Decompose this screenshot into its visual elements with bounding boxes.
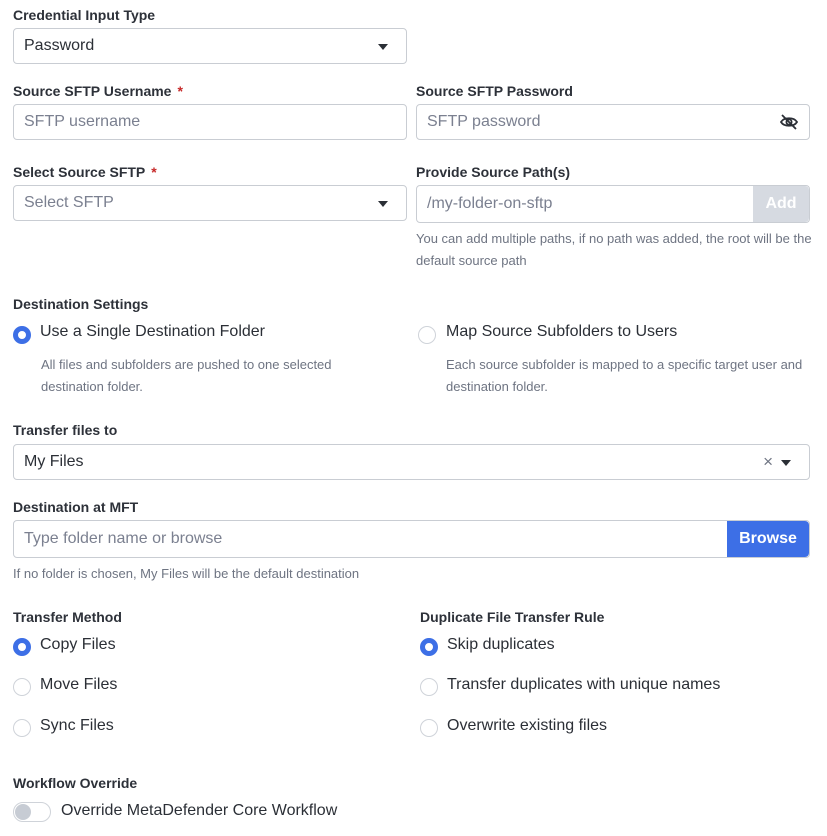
single-destination-label[interactable]: Use a Single Destination Folder [40, 323, 265, 341]
sftp-select-label-text: Select Source SFTP [13, 164, 146, 180]
transfer-to-value: My Files [24, 453, 84, 470]
browse-button[interactable]: Browse [727, 521, 809, 557]
source-path-label: Provide Source Path(s) [416, 164, 571, 180]
copy-files-label[interactable]: Copy Files [40, 636, 116, 654]
password-placeholder: SFTP password [427, 113, 541, 130]
password-label: Source SFTP Password [416, 83, 573, 99]
username-placeholder: SFTP username [24, 113, 141, 130]
skip-duplicates-radio[interactable] [420, 638, 438, 656]
destination-mft-placeholder: Type folder name or browse [24, 530, 223, 547]
toggle-knob [15, 804, 31, 820]
destination-mft-label: Destination at MFT [13, 499, 139, 515]
sftp-select[interactable]: Select SFTP [13, 185, 407, 221]
destination-settings-label: Destination Settings [13, 296, 149, 312]
username-label-text: Source SFTP Username [13, 83, 172, 99]
transfer-method-label: Transfer Method [13, 609, 122, 625]
workflow-override-toggle[interactable] [13, 802, 51, 822]
eye-slash-icon[interactable] [779, 112, 799, 132]
transfer-to-select[interactable]: My Files × [13, 444, 810, 480]
add-path-button[interactable]: Add [753, 186, 809, 222]
chevron-down-icon [378, 201, 388, 207]
move-files-radio[interactable] [13, 678, 31, 696]
sftp-select-placeholder: Select SFTP [24, 194, 114, 211]
source-path-input[interactable]: /my-folder-on-sftp Add [416, 185, 810, 223]
overwrite-radio[interactable] [420, 719, 438, 737]
required-marker: * [151, 164, 157, 180]
username-label: Source SFTP Username * [13, 83, 183, 99]
username-input[interactable]: SFTP username [13, 104, 407, 140]
destination-mft-help: If no folder is chosen, My Files will be… [13, 566, 360, 581]
workflow-override-toggle-label[interactable]: Override MetaDefender Core Workflow [61, 802, 337, 820]
map-subfolders-description: Each source subfolder is mapped to a spe… [446, 357, 803, 394]
move-files-label[interactable]: Move Files [40, 676, 117, 694]
source-path-help: You can add multiple paths, if no path w… [416, 231, 812, 268]
map-subfolders-label[interactable]: Map Source Subfolders to Users [446, 323, 677, 341]
clear-icon[interactable]: × [763, 445, 773, 479]
unique-names-radio[interactable] [420, 678, 438, 696]
sync-files-label[interactable]: Sync Files [40, 717, 114, 735]
credential-type-value: Password [24, 37, 95, 54]
destination-mft-input[interactable]: Type folder name or browse Browse [13, 520, 810, 558]
skip-duplicates-label[interactable]: Skip duplicates [447, 636, 555, 654]
transfer-to-label: Transfer files to [13, 422, 118, 438]
chevron-down-icon [781, 460, 791, 466]
copy-files-radio[interactable] [13, 638, 31, 656]
source-path-placeholder: /my-folder-on-sftp [427, 195, 553, 212]
credential-type-label: Credential Input Type [13, 7, 156, 23]
single-destination-description: All files and subfolders are pushed to o… [41, 357, 332, 394]
password-input[interactable]: SFTP password [416, 104, 810, 140]
duplicate-rule-label: Duplicate File Transfer Rule [420, 609, 605, 625]
unique-names-label[interactable]: Transfer duplicates with unique names [447, 676, 720, 694]
required-marker: * [177, 83, 183, 99]
credential-type-select[interactable]: Password [13, 28, 407, 64]
sync-files-radio[interactable] [13, 719, 31, 737]
overwrite-label[interactable]: Overwrite existing files [447, 717, 607, 735]
single-destination-radio[interactable] [13, 326, 31, 344]
workflow-override-label: Workflow Override [13, 775, 138, 791]
map-subfolders-radio[interactable] [418, 326, 436, 344]
sftp-select-label: Select Source SFTP * [13, 164, 157, 180]
chevron-down-icon [378, 44, 388, 50]
